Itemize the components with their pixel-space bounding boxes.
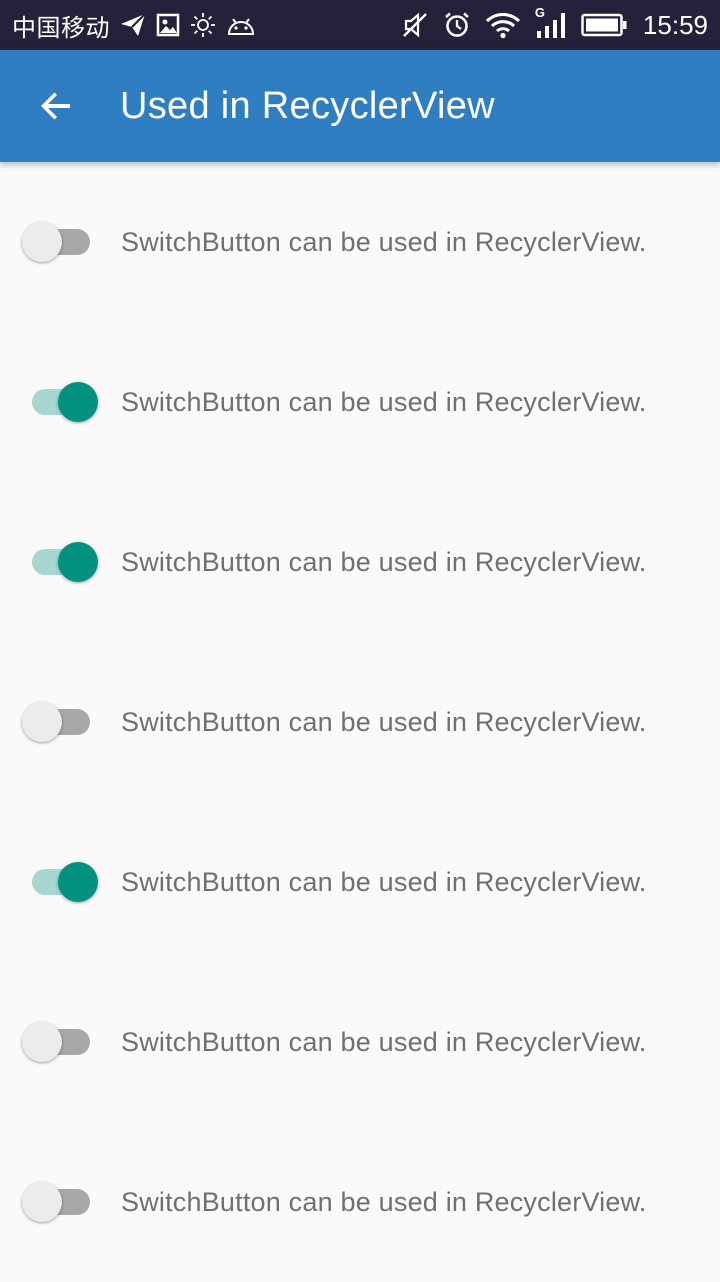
app-bar: Used in RecyclerView	[0, 50, 720, 162]
switch-button[interactable]	[20, 860, 100, 904]
switch-button[interactable]	[20, 540, 100, 584]
switch-thumb	[22, 222, 62, 262]
switch-thumb	[22, 1182, 62, 1222]
send-icon	[120, 13, 146, 37]
clock: 15:59	[642, 9, 708, 40]
list-item: SwitchButton can be used in RecyclerView…	[0, 1122, 720, 1282]
arrow-back-icon	[38, 88, 74, 124]
switch-thumb	[58, 382, 98, 422]
list-item: SwitchButton can be used in RecyclerView…	[0, 962, 720, 1122]
list-item: SwitchButton can be used in RecyclerView…	[0, 482, 720, 642]
list-item-label: SwitchButton can be used in RecyclerView…	[121, 706, 647, 737]
signal-icon: G	[535, 5, 567, 39]
mute-icon	[401, 11, 429, 39]
list-item-label: SwitchButton can be used in RecyclerView…	[121, 226, 647, 257]
battery-icon	[581, 13, 627, 37]
android-icon	[226, 14, 256, 36]
switch-thumb	[58, 542, 98, 582]
brightness-icon	[190, 12, 216, 38]
alarm-icon	[443, 11, 471, 39]
carrier-name: 中国移动	[12, 14, 110, 42]
list-item: SwitchButton can be used in RecyclerView…	[0, 322, 720, 482]
list-item-label: SwitchButton can be used in RecyclerView…	[121, 1026, 647, 1057]
list-item-label: SwitchButton can be used in RecyclerView…	[121, 546, 647, 577]
wifi-icon	[485, 11, 521, 39]
page-title: Used in RecyclerView	[120, 84, 495, 127]
switch-thumb	[22, 1022, 62, 1062]
recycler-list[interactable]: SwitchButton can be used in RecyclerView…	[0, 162, 720, 1282]
switch-thumb	[58, 862, 98, 902]
switch-button[interactable]	[20, 380, 100, 424]
switch-button[interactable]	[20, 220, 100, 264]
switch-button[interactable]	[20, 1180, 100, 1224]
list-item-label: SwitchButton can be used in RecyclerView…	[121, 866, 647, 897]
list-item: SwitchButton can be used in RecyclerView…	[0, 162, 720, 322]
network-type-label: G	[534, 5, 546, 20]
list-item-label: SwitchButton can be used in RecyclerView…	[121, 1186, 647, 1217]
list-item: SwitchButton can be used in RecyclerView…	[0, 802, 720, 962]
list-item-label: SwitchButton can be used in RecyclerView…	[121, 386, 647, 417]
switch-button[interactable]	[20, 1020, 100, 1064]
image-icon	[156, 13, 180, 37]
list-item: SwitchButton can be used in RecyclerView…	[0, 642, 720, 802]
switch-thumb	[22, 702, 62, 742]
status-bar: 中国移动 G 15:59	[0, 0, 720, 50]
switch-button[interactable]	[20, 700, 100, 744]
back-button[interactable]	[24, 74, 88, 138]
